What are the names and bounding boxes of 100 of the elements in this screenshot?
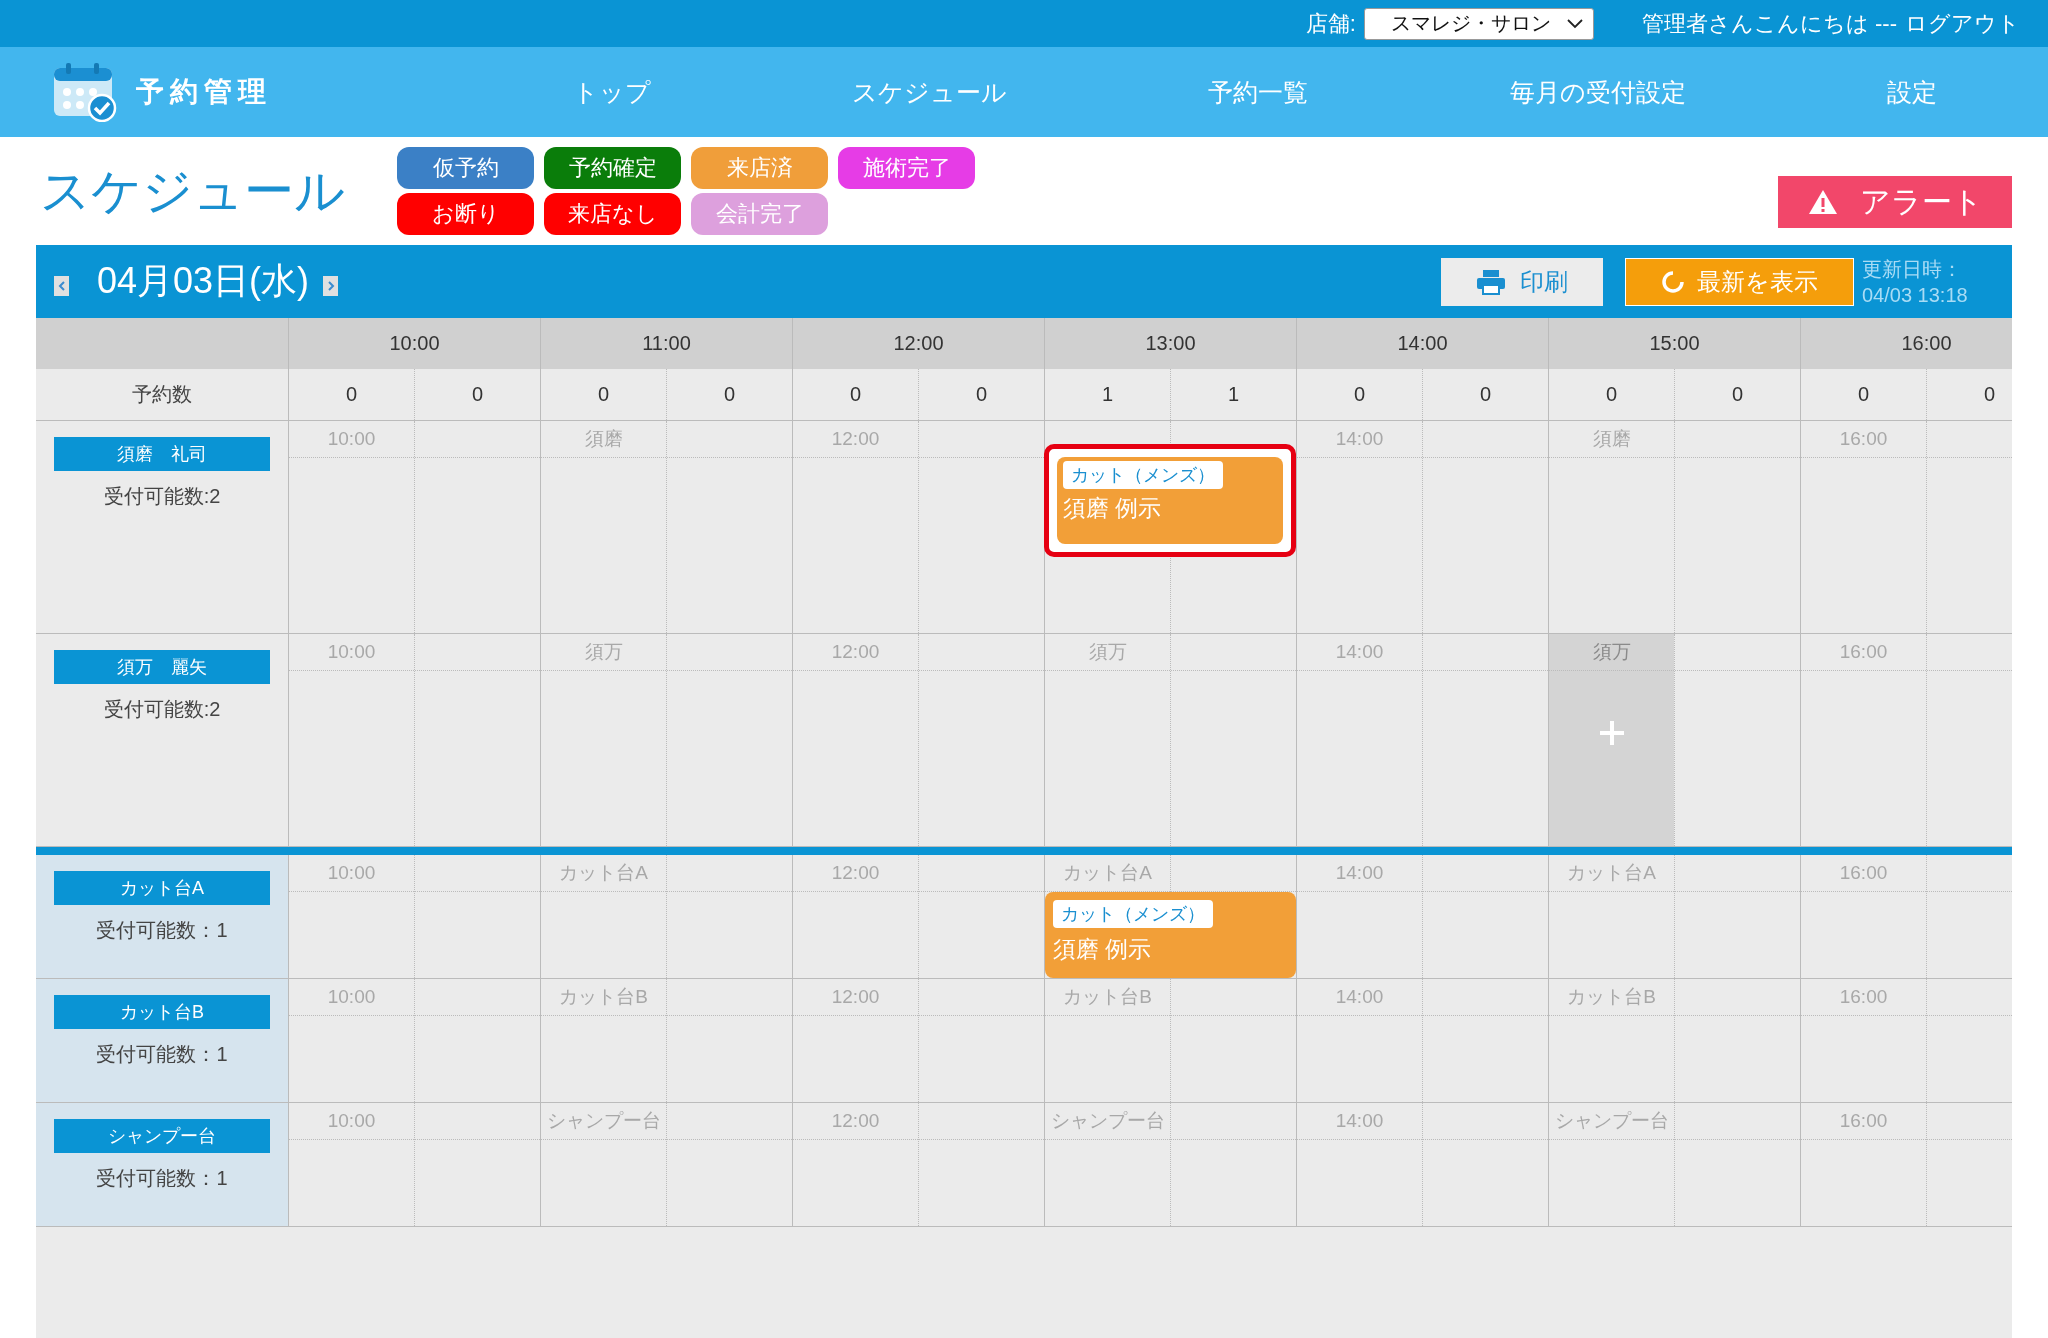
booking-count: 0 [597, 383, 610, 406]
time-slot[interactable]: シャンプー台 [1044, 1103, 1170, 1226]
current-date: 04月03日(水) [97, 259, 310, 303]
hour-header: 16:00 [1901, 332, 1952, 355]
capacity-text: 受付可能数:2 [103, 484, 221, 509]
time-slot[interactable] [1422, 421, 1548, 633]
capacity-text: 受付可能数：1 [96, 918, 228, 943]
time-slot[interactable] [1674, 855, 1800, 978]
time-slot[interactable]: 14:00 [1296, 634, 1422, 846]
time-slot[interactable] [414, 421, 540, 633]
refresh-button[interactable]: 最新を表示 [1625, 257, 1854, 306]
time-slot[interactable]: 10:00 [288, 855, 414, 978]
time-slot[interactable]: 須万 [1044, 634, 1170, 846]
time-slot[interactable]: 14:00 [1296, 979, 1422, 1102]
previous-day-button[interactable] [54, 275, 69, 296]
status-legend-tag: 仮予約 [397, 147, 534, 189]
time-slot[interactable]: カット台B [1044, 979, 1170, 1102]
time-slot[interactable]: 16:00 [1800, 855, 1926, 978]
slot-label: 14:00 [1335, 641, 1384, 663]
app-title: 予約管理 [136, 75, 272, 109]
time-slot[interactable]: 16:00 [1800, 421, 1926, 633]
time-slot[interactable] [1674, 1103, 1800, 1226]
time-slot[interactable]: 須万 [1548, 634, 1674, 846]
time-slot[interactable]: 12:00 [792, 421, 918, 633]
time-slot[interactable] [1422, 979, 1548, 1102]
booking-count: 0 [849, 383, 862, 406]
time-slot[interactable]: カット台A [540, 855, 666, 978]
slot-label: 須磨 [1592, 427, 1631, 451]
resource-name-tag: カット台A [54, 871, 270, 905]
time-slot[interactable]: 12:00 [792, 634, 918, 846]
alert-button[interactable]: アラート [1778, 176, 2012, 228]
time-slot[interactable]: 12:00 [792, 855, 918, 978]
booking-count: 0 [1731, 383, 1744, 406]
store-select[interactable]: スマレジ・サロン [1363, 7, 1594, 40]
time-slot[interactable]: 10:00 [288, 421, 414, 633]
time-slot[interactable]: カット台B [1548, 979, 1674, 1102]
time-slot[interactable]: カット台B [540, 979, 666, 1102]
time-slot[interactable] [1170, 1103, 1296, 1226]
nav-link[interactable]: 毎月の受付設定 [1509, 75, 1686, 109]
nav-link[interactable]: 設定 [1887, 75, 1938, 109]
status-legend-tag: 来店済 [691, 147, 828, 189]
time-slot[interactable]: 須万 [540, 634, 666, 846]
slot-label: 12:00 [831, 641, 880, 663]
time-slot[interactable] [1674, 634, 1800, 846]
time-slot[interactable]: 14:00 [1296, 1103, 1422, 1226]
time-slot[interactable]: 16:00 [1800, 1103, 1926, 1226]
time-slot[interactable] [1674, 421, 1800, 633]
store-label: 店舗: [1305, 9, 1356, 38]
slot-label: カット台B [1567, 985, 1656, 1009]
booking-card[interactable]: カット（メンズ） 須磨 例示 [1045, 892, 1296, 978]
time-slot[interactable]: 16:00 [1800, 979, 1926, 1102]
nav-link[interactable]: トップ [572, 75, 651, 109]
time-slot[interactable]: 須磨 [1548, 421, 1674, 633]
time-slot[interactable] [666, 634, 792, 846]
time-slot[interactable]: 12:00 [792, 1103, 918, 1226]
slot-label: 須万 [1088, 640, 1127, 664]
booking-count: 0 [975, 383, 988, 406]
time-slot[interactable]: カット台A [1548, 855, 1674, 978]
time-slot[interactable] [918, 855, 1044, 978]
booking-count: 0 [1857, 383, 1870, 406]
time-slot[interactable] [1422, 1103, 1548, 1226]
slot-label: 16:00 [1839, 1110, 1888, 1132]
time-slot[interactable] [414, 855, 540, 978]
booking-card[interactable]: カット（メンズ） 須磨 例示 [1044, 444, 1296, 557]
time-slot[interactable] [414, 634, 540, 846]
slot-label: 須万 [1592, 640, 1631, 664]
time-slot[interactable] [414, 1103, 540, 1226]
time-slot[interactable] [1170, 979, 1296, 1102]
status-legend-tag: 施術完了 [838, 147, 975, 189]
time-slot[interactable] [918, 1103, 1044, 1226]
time-slot[interactable] [1674, 979, 1800, 1102]
time-slot[interactable] [918, 634, 1044, 846]
time-slot[interactable]: 10:00 [288, 634, 414, 846]
capacity-text: 受付可能数:2 [103, 697, 221, 722]
logout-link[interactable]: ログアウト [1905, 8, 2020, 39]
next-day-button[interactable] [323, 275, 339, 296]
time-slot[interactable]: 16:00 [1800, 634, 1926, 846]
time-slot[interactable]: 須磨 [540, 421, 666, 633]
time-slot[interactable] [414, 979, 540, 1102]
time-slot[interactable]: 10:00 [288, 1103, 414, 1226]
slot-label: カット台A [1063, 861, 1152, 885]
time-slot[interactable]: 12:00 [792, 979, 918, 1102]
slot-label: 10:00 [327, 428, 376, 450]
slot-label: 14:00 [1335, 862, 1384, 884]
nav-link[interactable]: 予約一覧 [1208, 75, 1309, 109]
nav-link[interactable]: スケジュール [852, 75, 1008, 109]
time-slot[interactable]: 10:00 [288, 979, 414, 1102]
booking-count: 0 [471, 383, 484, 406]
time-slot[interactable] [666, 1103, 792, 1226]
time-slot[interactable] [666, 855, 792, 978]
time-slot[interactable] [918, 979, 1044, 1102]
refresh-icon [1661, 269, 1685, 294]
time-slot[interactable]: シャンプー台 [1548, 1103, 1674, 1226]
time-slot[interactable]: シャンプー台 [540, 1103, 666, 1226]
time-slot[interactable] [666, 979, 792, 1102]
time-slot[interactable] [666, 421, 792, 633]
slot-label: シャンプー台 [546, 1109, 661, 1133]
print-button[interactable]: 印刷 [1441, 257, 1603, 306]
time-slot[interactable] [1170, 634, 1296, 846]
time-slot[interactable] [1422, 855, 1548, 978]
